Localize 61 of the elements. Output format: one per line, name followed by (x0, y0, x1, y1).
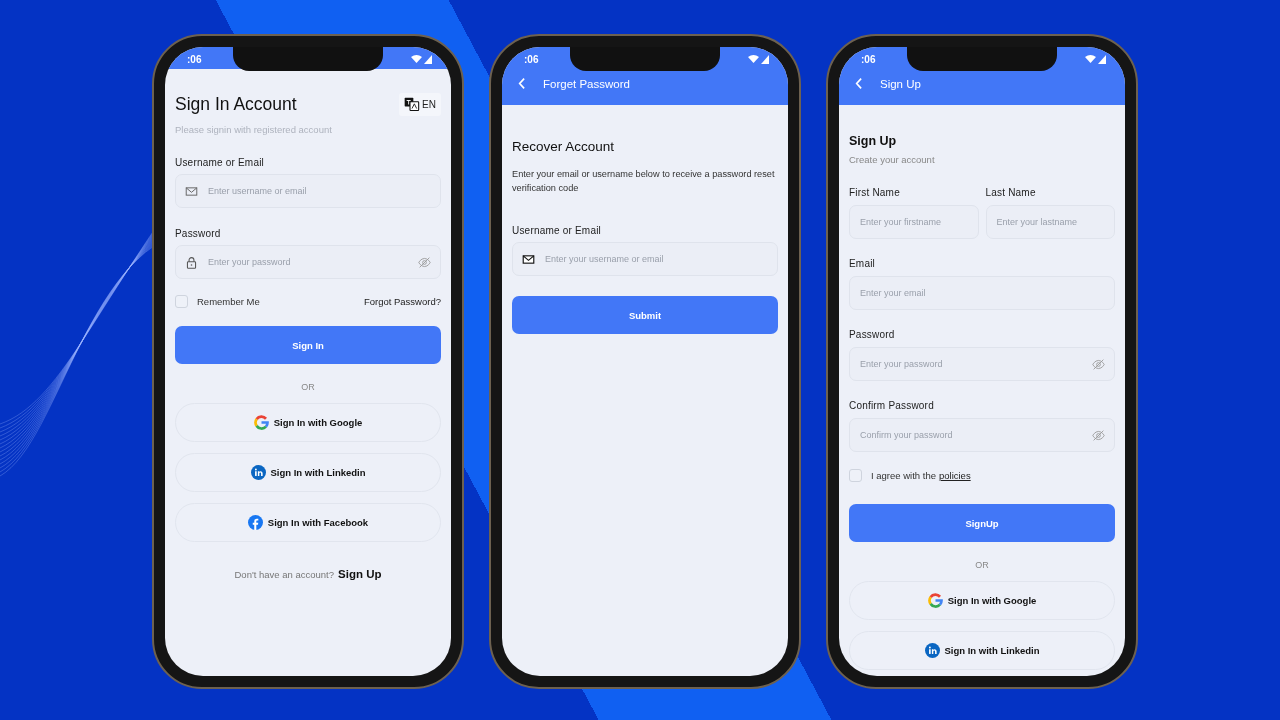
status-time: :06 (524, 53, 539, 65)
field-label: Password (849, 329, 896, 340)
heading: Sign Up (849, 134, 898, 148)
sign-up-link[interactable]: Sign Up (338, 568, 382, 580)
signal-icon (748, 54, 770, 64)
linkedin-logo-icon (924, 643, 940, 658)
facebook-logo-icon (247, 515, 263, 530)
status-time: :06 (187, 53, 202, 65)
language-button[interactable]: EN (399, 93, 441, 116)
status-time: :06 (861, 53, 876, 65)
input-field[interactable]: Enter your email (849, 276, 1115, 310)
input-field[interactable]: Enter your username or email (512, 242, 778, 276)
field-label: Last Name (985, 187, 1037, 198)
subtitle: Please signin with registered account (175, 124, 333, 135)
sign-in-button[interactable]: Sign In (175, 326, 441, 364)
signal-icon (1085, 54, 1107, 64)
submit-button[interactable]: Submit (512, 296, 778, 334)
mail-icon (185, 184, 198, 198)
input-field[interactable]: Enter username or email (175, 174, 441, 208)
input-field[interactable]: Enter your lastname (985, 205, 1115, 239)
input-field[interactable]: Enter your password (849, 347, 1115, 381)
checkbox-label: I agree with the (871, 470, 936, 481)
divider-text: OR (974, 560, 990, 570)
social-sign-in-button[interactable]: Sign In with Facebook (175, 503, 441, 542)
signal-icon (411, 54, 433, 64)
input-field[interactable]: Confirm your password (849, 418, 1115, 452)
input-field[interactable]: Enter your firstname (849, 205, 979, 239)
eye-off-icon[interactable] (418, 255, 431, 269)
linkedin-logo-icon (250, 465, 266, 480)
google-logo-icon (253, 415, 269, 430)
lock-icon (185, 255, 198, 269)
field-label: Email (849, 258, 876, 269)
screen-title: Sign In Account (175, 94, 297, 115)
description: Enter your email or username below to receive a password reset verification code (512, 168, 776, 195)
policies-link[interactable]: policies (938, 470, 971, 481)
checkbox-label: Remember Me (197, 296, 260, 307)
field-label: Username or Email (512, 225, 602, 236)
social-sign-in-button[interactable]: Sign In with Linkedin (175, 453, 441, 492)
translate-icon (404, 97, 421, 112)
checkbox[interactable] (175, 295, 188, 308)
field-label: Confirm Password (849, 400, 935, 411)
social-sign-in-button[interactable]: Sign In with Google (849, 581, 1115, 620)
field-label: Password (175, 228, 222, 239)
mail-icon (522, 252, 535, 266)
divider-text: OR (300, 382, 316, 392)
footer-text: Don't have an account? (234, 569, 335, 580)
eye-off-icon[interactable] (1092, 357, 1105, 371)
sign-up-button[interactable]: SignUp (849, 504, 1115, 542)
social-sign-in-button[interactable]: Sign In with Linkedin (849, 631, 1115, 670)
heading: Recover Account (512, 139, 616, 154)
forgot-password-link[interactable]: Forgot Password? (363, 296, 441, 307)
header-title: Sign Up (880, 77, 921, 90)
google-logo-icon (927, 593, 943, 608)
checkbox[interactable] (849, 469, 862, 482)
field-label: First Name (849, 187, 901, 198)
social-sign-in-button[interactable]: Sign In with Google (175, 403, 441, 442)
subtitle: Create your account (849, 154, 936, 165)
eye-off-icon[interactable] (1092, 428, 1105, 442)
header-title: Forget Password (543, 77, 630, 90)
field-label: Username or Email (175, 157, 265, 168)
input-field[interactable]: Enter your password (175, 245, 441, 279)
